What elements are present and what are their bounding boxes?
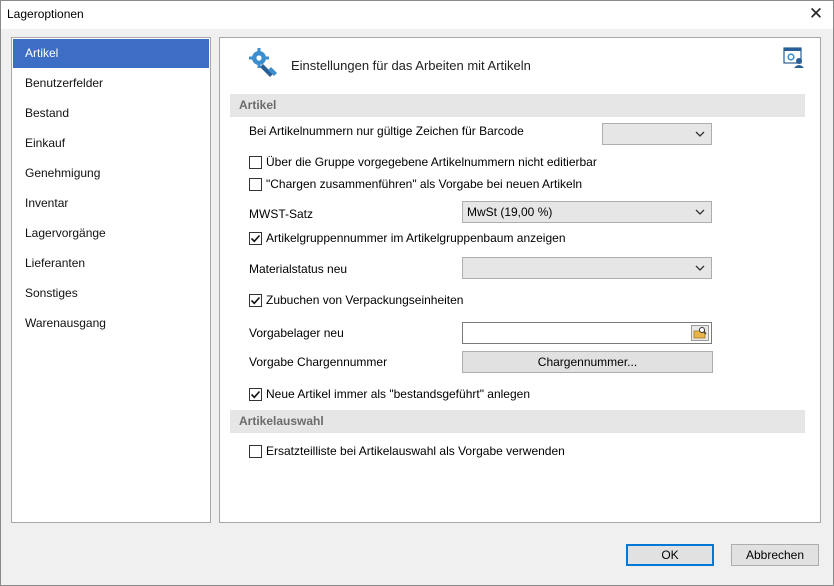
merge-batches-checkbox[interactable]: "Chargen zusammenführen" als Vorgabe bei… (249, 176, 582, 192)
batch-number-label: Vorgabe Chargennummer (249, 355, 388, 369)
spare-parts-checkbox[interactable]: Ersatzteilliste bei Artikelauswahl als V… (249, 443, 565, 459)
packaging-checkbox[interactable]: Zubuchen von Verpackungseinheiten (249, 292, 463, 308)
vat-label: MWST-Satz (249, 207, 314, 221)
section-header-artikel: Artikel (230, 94, 805, 117)
checkbox-box[interactable] (249, 155, 262, 169)
checkbox-box[interactable] (249, 444, 262, 458)
window-title: Lageroptionen (7, 7, 84, 21)
material-status-label: Materialstatus neu (249, 262, 348, 276)
sidebar-item-sonstiges[interactable]: Sonstiges (13, 279, 209, 308)
check-mark-icon (250, 234, 261, 242)
sidebar-item-warenausgang[interactable]: Warenausgang (13, 309, 209, 338)
sidebar-item-lieferanten[interactable]: Lieferanten (13, 249, 209, 278)
group-tree-label: Artikelgruppennummer im Artikelgruppenba… (266, 231, 566, 245)
checkbox-box[interactable] (249, 293, 262, 307)
chevron-down-icon (695, 131, 705, 137)
close-button[interactable]: ✕ (805, 4, 827, 24)
vat-select-value: MwSt (19,00 %) (467, 205, 553, 219)
default-storage-field[interactable] (462, 322, 712, 344)
sidebar-item-lagervorgaenge[interactable]: Lagervorgänge (13, 219, 209, 248)
sidebar-item-inventar[interactable]: Inventar (13, 189, 209, 218)
dialog-window: Lageroptionen ✕ Artikel Benutzerfelder B… (0, 0, 834, 586)
stock-managed-label: Neue Artikel immer als "bestandsgeführt"… (266, 387, 530, 401)
panel-title: Einstellungen für das Arbeiten mit Artik… (291, 58, 531, 73)
group-numbers-label: Über die Gruppe vorgegebene Artikelnumme… (266, 155, 597, 169)
vat-select[interactable]: MwSt (19,00 %) (462, 201, 712, 223)
barcode-select[interactable] (602, 123, 712, 145)
settings-user-icon[interactable] (783, 47, 805, 69)
sidebar-item-benutzerfelder[interactable]: Benutzerfelder (13, 69, 209, 98)
title-bar: Lageroptionen ✕ (1, 1, 833, 29)
group-tree-checkbox[interactable]: Artikelgruppennummer im Artikelgruppenba… (249, 230, 566, 246)
sidebar-item-artikel[interactable]: Artikel (13, 39, 209, 68)
spare-parts-label: Ersatzteilliste bei Artikelauswahl als V… (266, 444, 565, 458)
material-status-select[interactable] (462, 257, 712, 279)
section-header-artikelauswahl: Artikelauswahl (230, 410, 805, 433)
default-storage-label: Vorgabelager neu (249, 326, 344, 340)
chevron-down-icon (695, 209, 705, 215)
gear-bolt-icon (247, 47, 279, 79)
stock-managed-checkbox[interactable]: Neue Artikel immer als "bestandsgeführt"… (249, 386, 530, 402)
packaging-label: Zubuchen von Verpackungseinheiten (266, 293, 464, 307)
checkbox-box[interactable] (249, 231, 262, 245)
checkbox-box[interactable] (249, 177, 262, 191)
merge-batches-label: "Chargen zusammenführen" als Vorgabe bei… (266, 177, 583, 191)
chevron-down-icon (695, 265, 705, 271)
sidebar-item-einkauf[interactable]: Einkauf (13, 129, 209, 158)
checkbox-box[interactable] (249, 387, 262, 401)
batch-number-button[interactable]: Chargennummer... (462, 351, 713, 373)
check-mark-icon (250, 296, 261, 304)
ok-button[interactable]: OK (626, 544, 714, 566)
sidebar-item-genehmigung[interactable]: Genehmigung (13, 159, 209, 188)
check-mark-icon (250, 390, 261, 398)
barcode-label: Bei Artikelnummern nur gültige Zeichen f… (249, 124, 524, 138)
sidebar: Artikel Benutzerfelder Bestand Einkauf G… (11, 37, 211, 523)
cancel-button[interactable]: Abbrechen (731, 544, 819, 566)
settings-panel: Einstellungen für das Arbeiten mit Artik… (219, 37, 821, 523)
group-numbers-checkbox[interactable]: Über die Gruppe vorgegebene Artikelnumme… (249, 154, 597, 170)
folder-search-icon[interactable] (691, 325, 709, 341)
sidebar-item-bestand[interactable]: Bestand (13, 99, 209, 128)
